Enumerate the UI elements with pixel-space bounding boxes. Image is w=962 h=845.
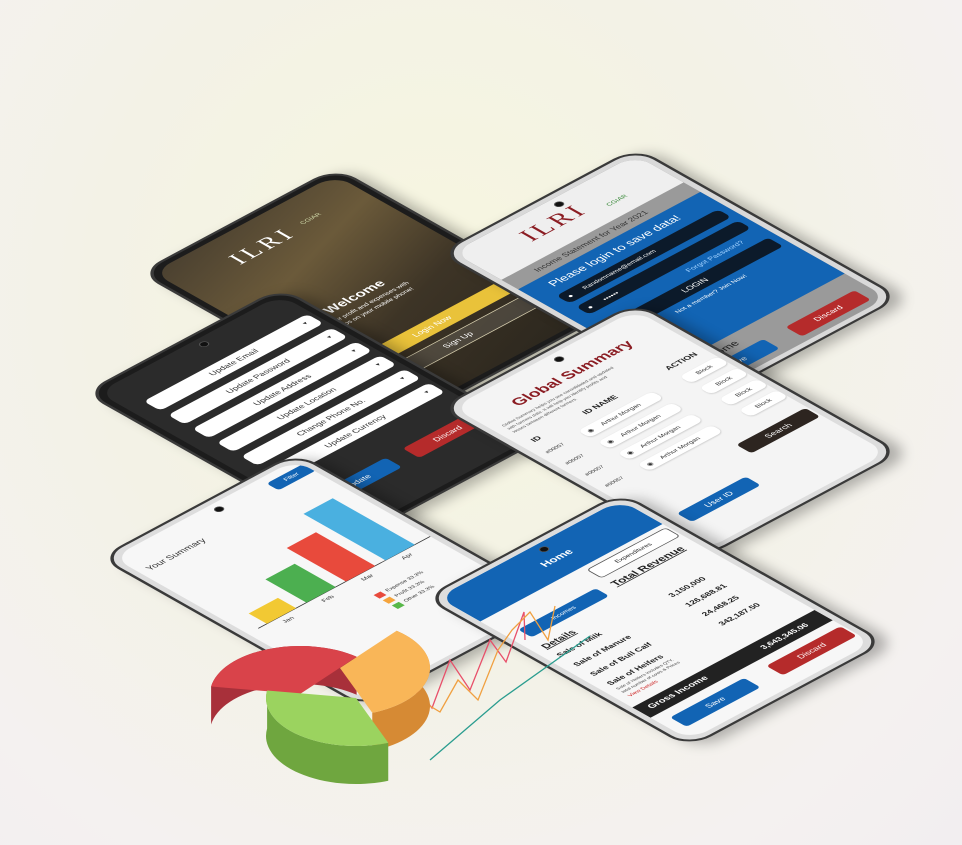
user-icon: ◉ xyxy=(585,427,597,434)
chevron-down-icon: ▼ xyxy=(422,389,433,396)
phone-home: Home Expenditures Incomes Total Revenue … xyxy=(423,491,887,749)
login-logo: ILRI xyxy=(513,201,594,246)
welcome-logo: ILRI xyxy=(222,224,302,268)
chevron-down-icon: ▼ xyxy=(349,348,360,354)
row-id: #00057 xyxy=(564,453,587,466)
camera-icon xyxy=(551,355,567,364)
welcome-logo-sub: CGIAR xyxy=(298,212,324,226)
camera-icon xyxy=(211,505,227,514)
lock-icon: ● xyxy=(584,303,596,310)
filter-button[interactable]: Filter xyxy=(266,463,317,491)
user-id-button[interactable]: User ID xyxy=(676,476,761,522)
chevron-down-icon: ▼ xyxy=(325,334,336,341)
x-tick-label: Mar xyxy=(360,573,377,582)
chevron-down-icon: ▼ xyxy=(301,321,311,327)
row-id: #00057 xyxy=(544,442,567,455)
login-logo-sub: CGIAR xyxy=(605,194,630,208)
chevron-down-icon: ▼ xyxy=(374,362,384,368)
x-tick-label: Feb xyxy=(320,594,336,603)
x-tick-label: Apr xyxy=(400,552,416,561)
pie-slice-side-other xyxy=(266,690,389,784)
row-id: #00057 xyxy=(603,476,626,488)
tab-incomes[interactable]: Incomes xyxy=(518,588,610,638)
user-icon: ● xyxy=(564,292,576,299)
user-icon: ◉ xyxy=(605,439,617,445)
col-id-header: ID xyxy=(528,434,544,444)
home-screen: Home Expenditures Incomes Total Revenue … xyxy=(437,499,873,741)
legend-swatch xyxy=(391,601,405,609)
chevron-down-icon: ▼ xyxy=(398,376,408,382)
user-icon: ◉ xyxy=(625,450,636,457)
row-id: #00057 xyxy=(584,465,606,477)
camera-icon xyxy=(196,340,212,349)
x-tick-label: Jan xyxy=(281,616,297,625)
user-icon: ◉ xyxy=(645,461,656,468)
password-value: •••••• xyxy=(599,290,622,302)
